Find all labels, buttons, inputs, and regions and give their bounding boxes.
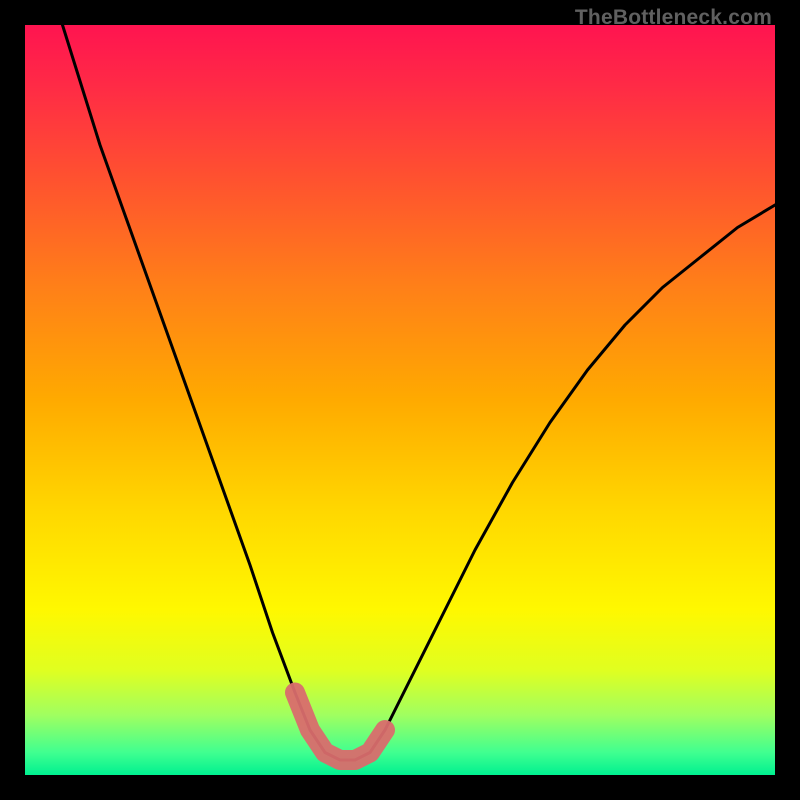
valley-highlight bbox=[295, 693, 385, 761]
outer-frame: TheBottleneck.com bbox=[0, 0, 800, 800]
plot-area bbox=[25, 25, 775, 775]
curve-layer bbox=[25, 25, 775, 775]
bottleneck-curve bbox=[63, 25, 776, 760]
